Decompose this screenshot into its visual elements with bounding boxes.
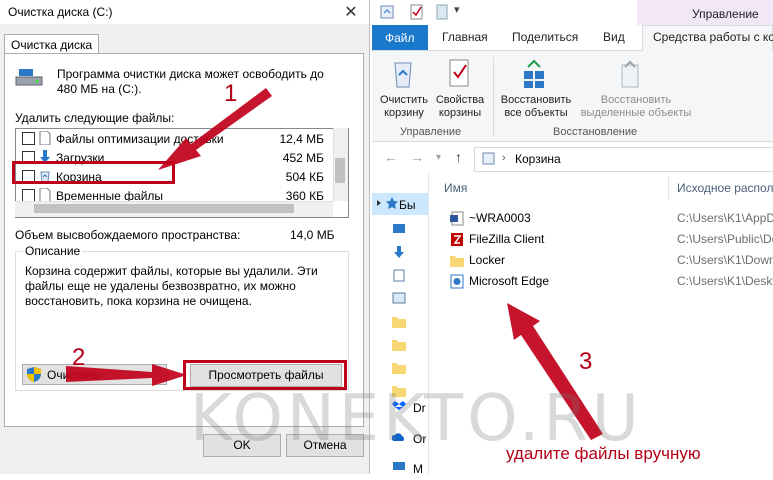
nav-item[interactable] — [383, 335, 428, 357]
this-pc-icon — [393, 462, 405, 470]
documents-icon — [393, 269, 405, 282]
quick-access-star-icon — [386, 197, 398, 209]
column-separator[interactable] — [668, 176, 669, 200]
folder-icon — [450, 256, 464, 267]
edge-shortcut-icon — [450, 274, 464, 289]
restore-selected-icon — [621, 60, 639, 88]
chevron-right-icon — [377, 200, 381, 206]
nav-item[interactable] — [383, 243, 428, 265]
step-number-1: 1 — [224, 80, 238, 107]
empty-recycle-bin-button[interactable]: Очистить корзину — [378, 94, 430, 120]
instruction-caption: удалите файлы вручную — [506, 444, 701, 463]
ribbon-group-manage: Управление — [400, 126, 462, 138]
file-location: C:\Users\K1\Deskt — [677, 274, 773, 288]
cleanup-system-files-button[interactable]: Очистить — [22, 364, 167, 385]
restore-selected-button[interactable]: Восстановить выделенные объекты — [580, 94, 692, 120]
new-folder-icon[interactable] — [436, 4, 448, 20]
column-header-name[interactable]: Имя — [444, 181, 467, 195]
close-icon[interactable]: ✕ — [340, 2, 362, 22]
table-row[interactable]: Locker C:\Users\K1\Down — [444, 250, 773, 271]
window-title: Очистка диска (C:) — [8, 5, 113, 19]
breadcrumb-separator-icon: › — [502, 152, 506, 164]
file-location: C:\Users\K1\Down — [677, 253, 773, 267]
file-name: ~WRA0003 — [469, 211, 531, 225]
customize-dropdown-icon[interactable]: ▾ — [454, 3, 460, 16]
properties-icon[interactable] — [410, 4, 424, 20]
tab-recycle-bin-tools-label: Средства работы с корз — [653, 30, 773, 44]
table-row[interactable]: FileZilla Client C:\Users\Public\Des — [444, 229, 773, 250]
tab-file-label: Файл — [385, 31, 415, 45]
file-name: Locker — [469, 253, 506, 267]
file-name: FileZilla Client — [469, 232, 545, 246]
column-header-original-location[interactable]: Исходное располо — [677, 181, 773, 195]
list-item-size: 504 КБ — [285, 170, 324, 184]
disk-drive-icon — [15, 69, 43, 86]
restore-all-button[interactable]: Восстановить все объекты — [496, 94, 576, 120]
list-item-name: Файлы оптимизации доставки — [56, 132, 224, 146]
nav-item[interactable] — [383, 289, 428, 311]
scrollbar-thumb[interactable] — [34, 204, 294, 213]
file-location: C:\Users\Public\Des — [677, 232, 773, 246]
restore-all-icon — [524, 59, 544, 88]
up-arrow-icon[interactable]: ↑ — [455, 149, 462, 165]
tab-share[interactable]: Поделиться — [512, 30, 578, 44]
recycle-bin-properties-button[interactable]: Свойства корзины — [434, 94, 486, 120]
table-row[interactable]: ~WRA0003 C:\Users\K1\AppD — [444, 208, 773, 229]
total-space-label: Объем высвобождаемого пространства: — [15, 228, 241, 242]
uac-shield-icon — [27, 367, 41, 382]
back-arrow-icon[interactable]: ← — [384, 149, 398, 165]
file-icon — [39, 188, 51, 202]
breadcrumb[interactable]: Корзина — [515, 152, 561, 166]
checkbox[interactable] — [22, 132, 35, 145]
table-row[interactable]: Microsoft Edge C:\Users\K1\Deskt — [444, 271, 773, 292]
list-item[interactable]: Файлы оптимизации доставки 12,4 МБ — [16, 129, 334, 148]
delete-files-label: Удалить следующие файлы: — [15, 111, 175, 125]
list-item-size: 452 МБ — [282, 151, 324, 165]
ribbon-group-restore: Восстановление — [553, 126, 638, 138]
file-icon — [39, 131, 51, 145]
recycle-bin-icon — [482, 152, 495, 165]
quick-access-toolbar: ▾ — [372, 0, 637, 25]
nav-item[interactable] — [383, 358, 428, 380]
folder-icon — [392, 363, 406, 374]
file-name: Microsoft Edge — [469, 274, 550, 288]
pictures-icon — [392, 292, 406, 304]
folder-icon — [392, 317, 406, 328]
tab-view[interactable]: Вид — [603, 30, 625, 44]
step-number-2: 2 — [72, 344, 86, 371]
download-icon — [394, 246, 404, 258]
folder-icon — [392, 340, 406, 351]
highlight-recycle-bin-row — [12, 161, 175, 184]
recycle-bin-icon — [380, 5, 394, 19]
nav-item[interactable] — [383, 266, 428, 288]
filezilla-icon — [451, 233, 463, 246]
list-item-size: 12,4 МБ — [279, 132, 324, 146]
desktop-icon — [393, 224, 405, 233]
step-number-3: 3 — [579, 348, 593, 375]
description-text: Корзина содержит файлы, которые вы удали… — [25, 264, 318, 308]
file-location: C:\Users\K1\AppD — [677, 211, 773, 225]
word-document-icon — [450, 211, 464, 226]
empty-recycle-bin-icon — [394, 62, 412, 88]
description-title: Описание — [23, 244, 83, 258]
nav-item[interactable]: M — [383, 458, 428, 480]
recent-locations-icon[interactable]: ▾ — [436, 152, 441, 163]
nav-item[interactable] — [383, 312, 428, 334]
intro-text: Программа очистки диска может освободить… — [57, 67, 324, 96]
recycle-bin-properties-icon — [449, 59, 469, 87]
nav-item[interactable] — [383, 220, 428, 242]
ribbon-separator — [493, 57, 494, 137]
context-tab-label: Управление — [692, 7, 759, 21]
tab-home[interactable]: Главная — [442, 30, 488, 44]
forward-arrow-icon[interactable]: → — [410, 149, 424, 165]
total-space-value: 14,0 МБ — [290, 228, 335, 242]
scrollbar-thumb[interactable] — [335, 158, 345, 183]
